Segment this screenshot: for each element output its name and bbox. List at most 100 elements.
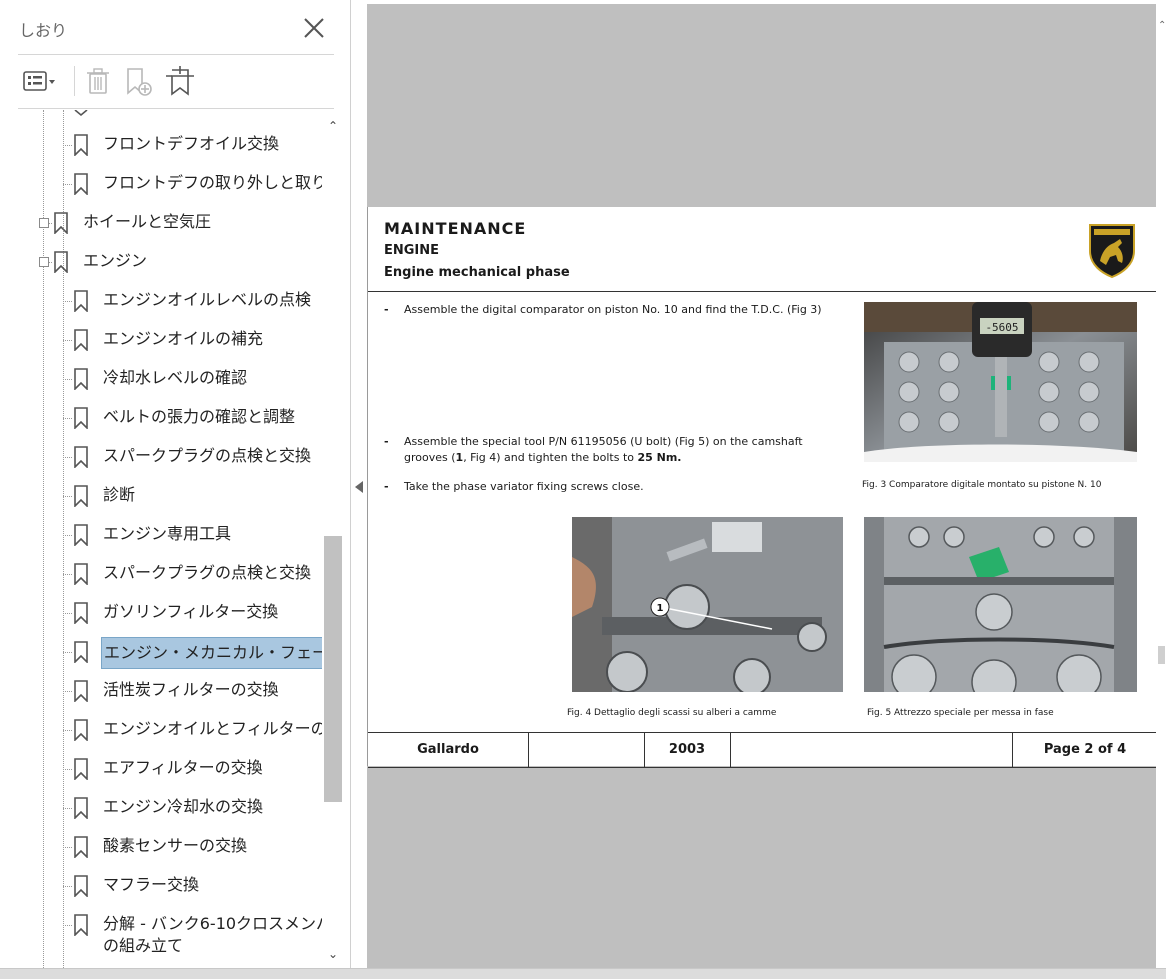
bookmark-item[interactable]: 診断 xyxy=(63,481,321,511)
tree-guide-line xyxy=(43,110,45,968)
tree-connector xyxy=(63,925,72,927)
bookmark-item[interactable]: エンジンオイルレベルの点検 xyxy=(63,286,321,316)
bookmark-label: エンジン xyxy=(83,251,148,270)
step-text: Assemble the digital comparator on pisto… xyxy=(404,303,822,316)
footer-page-number: Page 2 of 4 xyxy=(1043,742,1127,757)
bookmark-item[interactable]: エンジン・メカニカル・フェーズ xyxy=(63,637,322,669)
bookmark-item[interactable]: ガソリンフィルター交換 xyxy=(63,598,321,628)
scroll-up-icon[interactable]: ⌃ xyxy=(1158,20,1166,31)
bookmarks-panel: しおり フロントデフオイル交換 フロントデフの取り外しと取り ホイールと空気圧 … xyxy=(0,0,351,978)
pdf-page: MAINTENANCE ENGINE Engine mechanical pha… xyxy=(367,207,1158,768)
tree-connector xyxy=(63,535,72,537)
bookmark-item[interactable]: スパークプラグの点検と交換 xyxy=(63,442,321,472)
trash-icon[interactable] xyxy=(80,64,116,98)
document-scrollbar[interactable]: ⌃ xyxy=(1156,0,1166,978)
tree-connector xyxy=(63,496,72,498)
bookmark-icon xyxy=(54,212,68,234)
tree-connector xyxy=(63,808,72,810)
bookmark-icon xyxy=(74,110,88,117)
bookmark-label: の組み立て xyxy=(103,936,184,955)
bookmark-icon xyxy=(74,485,88,507)
status-bar xyxy=(0,968,1166,979)
step-bullet: - xyxy=(384,480,389,493)
bookmark-icon xyxy=(74,602,88,624)
page-footer: Gallardo 2003 Page 2 of 4 xyxy=(368,732,1158,768)
gauge-reading: -5605 xyxy=(985,321,1018,334)
bookmark-icon xyxy=(74,797,88,819)
tree-connector xyxy=(63,379,72,381)
bookmark-from-selection-icon[interactable] xyxy=(162,64,198,98)
page-section-title: Engine mechanical phase xyxy=(384,265,570,280)
bookmark-label: 分解 - バンク6-10クロスメンバー xyxy=(103,914,322,933)
bookmark-item[interactable]: 分解 - バンク6-10クロスメンバーの組み立て xyxy=(63,910,322,962)
bookmark-item[interactable]: エンジンオイルの補充 xyxy=(63,325,321,355)
document-viewer: MAINTENANCE ENGINE Engine mechanical pha… xyxy=(351,0,1166,978)
bookmark-icon xyxy=(74,641,88,663)
bookmark-label: エンジン・メカニカル・フェーズ xyxy=(101,637,322,669)
bookmark-item[interactable]: フロントデフオイル交換 xyxy=(63,130,321,160)
bookmark-label: 診断 xyxy=(103,485,136,504)
bookmark-label: フロントデフオイル交換 xyxy=(103,134,280,153)
bookmark-item[interactable]: エンジンオイルとフィルターの交換 xyxy=(63,715,322,745)
bookmark-item[interactable]: スパークプラグの点検と交換 xyxy=(63,559,321,589)
bookmark-item[interactable]: エンジン専用工具 xyxy=(63,520,321,550)
bookmarks-scrollbar[interactable]: ⌃ ⌄ xyxy=(323,116,343,966)
expand-toggle-icon[interactable] xyxy=(39,257,49,267)
bookmark-icon xyxy=(74,758,88,780)
bookmark-item[interactable]: エンジン冷却水の交換 xyxy=(63,793,321,823)
page-subheading: ENGINE xyxy=(384,243,440,258)
bookmark-item[interactable]: フロントデフの取り外しと取り付け xyxy=(63,169,322,199)
bookmark-label: スパークプラグの点検と交換 xyxy=(103,446,312,465)
tree-connector xyxy=(63,301,72,303)
bookmark-label: ガソリンフィルター交換 xyxy=(103,602,279,621)
step-bullet: - xyxy=(384,435,389,448)
figure-5-caption: Fig. 5 Attrezzo speciale per messa in fa… xyxy=(867,708,1054,718)
scroll-down-icon[interactable]: ⌄ xyxy=(327,948,339,960)
bookmark-item[interactable]: マフラー交換 xyxy=(63,871,321,901)
step-text-part: , Fig 4) and tighten the bolts to xyxy=(463,451,638,464)
bookmark-item[interactable]: 活性炭フィルターの交換 xyxy=(63,676,321,706)
page-gap xyxy=(367,766,1157,968)
add-bookmark-icon[interactable] xyxy=(120,64,156,98)
step-text-bold: 25 Nm. xyxy=(637,451,682,464)
bookmark-icon xyxy=(74,290,88,312)
bookmark-label: エンジンオイルの補充 xyxy=(103,329,264,348)
bookmark-label: エンジン冷却水の交換 xyxy=(103,797,264,816)
scroll-up-icon[interactable]: ⌃ xyxy=(327,120,339,132)
bookmark-label: エンジン専用工具 xyxy=(103,524,232,543)
bookmark-item[interactable]: ホイールと空気圧 xyxy=(39,208,321,238)
bookmarks-title: しおり xyxy=(19,21,68,40)
figure-4-caption: Fig. 4 Dettaglio degli scassi su alberi … xyxy=(567,708,777,718)
list-options-icon[interactable] xyxy=(20,64,56,98)
step-text: Take the phase variator fixing screws cl… xyxy=(404,480,644,493)
tree-connector xyxy=(63,652,72,654)
expand-toggle-icon[interactable] xyxy=(39,218,49,228)
bookmark-item[interactable]: 冷却水レベルの確認 xyxy=(63,364,321,394)
bookmark-item[interactable]: ベルトの張力の確認と調整 xyxy=(63,403,321,433)
footer-model: Gallardo xyxy=(368,733,529,767)
scrollbar-thumb[interactable] xyxy=(324,536,342,802)
tree-connector xyxy=(63,691,72,693)
bookmark-item[interactable]: 酸素センサーの交換 xyxy=(63,832,321,862)
figure-callout: 1 xyxy=(657,603,664,614)
bookmark-icon xyxy=(74,407,88,429)
close-icon[interactable] xyxy=(300,14,328,42)
footer-blank xyxy=(730,733,1013,767)
tree-connector xyxy=(63,730,72,732)
page-gap xyxy=(367,4,1157,207)
bookmark-icon xyxy=(74,563,88,585)
bookmark-item[interactable]: エンジン xyxy=(39,247,321,277)
collapse-panel-icon[interactable] xyxy=(354,480,364,494)
bookmark-icon xyxy=(74,134,88,156)
bookmark-tree: フロントデフオイル交換フロントデフの取り外しと取り付けホイールと空気圧エンジンエ… xyxy=(0,110,322,968)
bookmark-icon xyxy=(54,251,68,273)
bookmark-icon xyxy=(74,680,88,702)
bookmarks-toolbar xyxy=(18,60,334,104)
bookmark-label: マフラー交換 xyxy=(103,875,200,894)
header-rule xyxy=(368,291,1158,292)
scrollbar-thumb[interactable] xyxy=(1158,646,1165,664)
bookmark-label: ホイールと空気圧 xyxy=(83,212,212,231)
tree-connector xyxy=(63,418,72,420)
bookmark-item[interactable]: エアフィルターの交換 xyxy=(63,754,321,784)
bookmark-label: 活性炭フィルターの交換 xyxy=(103,680,279,699)
